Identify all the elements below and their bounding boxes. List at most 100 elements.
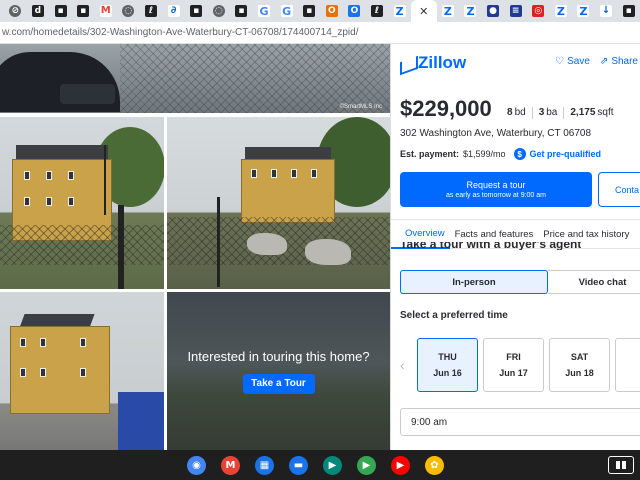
browser-tab[interactable]: Z [550, 0, 573, 22]
photo-gallery: ©SmartMLS Inc Interested in touring this… [0, 44, 390, 450]
browser-tab[interactable]: ▪ [617, 0, 640, 22]
share-icon: ⇗ [599, 56, 609, 67]
fence-post [118, 205, 124, 289]
chrome-icon: ◉ [187, 456, 206, 475]
app-dot-icon: ▪ [190, 5, 203, 17]
url-text[interactable]: w.com/homedetails/302-Washington-Ave-Wat… [2, 27, 359, 38]
browser-tab[interactable]: M [94, 0, 117, 22]
browser-tab[interactable]: ▪ [49, 0, 72, 22]
zillow-icon: Z [577, 5, 590, 17]
globe-icon: ◌ [122, 5, 135, 17]
meet-icon: ▶ [323, 456, 342, 475]
tour-type-in-person[interactable]: In-person [400, 270, 548, 294]
browser-tab[interactable]: ◌ [117, 0, 140, 22]
share-label: Share [611, 56, 638, 67]
browser-tab[interactable]: G [275, 0, 298, 22]
screen-capture-icon[interactable] [608, 456, 634, 474]
browser-tab-active[interactable]: ✕ [410, 0, 437, 22]
baths-unit: ba [546, 107, 558, 118]
address-bar[interactable]: w.com/homedetails/302-Washington-Ave-Wat… [0, 22, 640, 44]
youtube-icon: ▶ [391, 456, 410, 475]
fence-post [217, 197, 220, 287]
tour-prompt: Interested in touring this home? [187, 348, 370, 364]
browser-tab[interactable]: ℓ [366, 0, 389, 22]
close-icon[interactable]: ✕ [419, 5, 428, 18]
tour-type-video-chat[interactable]: Video chat [548, 270, 640, 294]
chevron-left-icon[interactable]: ‹ [400, 357, 410, 373]
listing-price: $229,000 [400, 96, 492, 121]
browser-tab[interactable]: ℓ [140, 0, 163, 22]
date-weekday: THU [438, 352, 457, 362]
app-dot-icon: ▪ [77, 5, 90, 17]
date-option[interactable]: SAT Jun 18 [549, 338, 610, 392]
target-icon: ◎ [532, 5, 545, 17]
window [40, 338, 46, 347]
app-d-icon: d [31, 5, 44, 17]
share-button[interactable]: ⇗ Share [600, 56, 638, 67]
date-option[interactable]: THU Jun 16 [417, 338, 478, 392]
files-icon: ▬ [289, 456, 308, 475]
browser-tab[interactable]: G [253, 0, 276, 22]
window [24, 171, 30, 180]
beds-unit: bd [514, 107, 526, 118]
browser-tab[interactable]: ⊘ [4, 0, 27, 22]
save-button[interactable]: ♡ Save [555, 56, 590, 67]
window [24, 197, 30, 206]
listing-photo-street[interactable]: ©SmartMLS Inc [0, 44, 390, 113]
window [291, 169, 297, 178]
portable-toilet [118, 392, 164, 450]
zillow-logo[interactable]: Zillow [400, 53, 466, 73]
browser-tab[interactable]: ▪ [298, 0, 321, 22]
listing-photo-corner[interactable] [0, 292, 164, 450]
browser-tab[interactable]: ◎ [527, 0, 550, 22]
heart-icon: ♡ [555, 56, 565, 67]
dollar-icon: $ [513, 148, 526, 160]
browser-tab[interactable]: ≡ [504, 0, 527, 22]
app-dot-icon: ▪ [622, 5, 635, 17]
browser-tab[interactable]: O [321, 0, 344, 22]
browser-tab[interactable]: ▪ [230, 0, 253, 22]
browser-tab[interactable]: ↓ [595, 0, 618, 22]
taskbar-app[interactable]: ◉ [185, 454, 208, 477]
request-tour-button[interactable]: Request a tour as early as tomorrow at 9… [400, 172, 592, 207]
browser-tab[interactable]: ▪ [185, 0, 208, 22]
browser-tab[interactable]: Z [388, 0, 411, 22]
est-value[interactable]: $1,599/mo [463, 149, 506, 159]
browser-tab[interactable]: Z [459, 0, 482, 22]
listing-facts: 8 bd 3 ba 2,175 sqft [507, 107, 614, 119]
browser-tab[interactable]: O [343, 0, 366, 22]
browser-tab[interactable]: d [27, 0, 50, 22]
taskbar-app[interactable]: ✿ [423, 454, 446, 477]
tour-overlay: Interested in touring this home? Take a … [167, 292, 390, 450]
browser-tab[interactable]: ● [482, 0, 505, 22]
take-tour-button[interactable]: Take a Tour [242, 373, 315, 394]
browser-tab[interactable]: Z [437, 0, 460, 22]
calendar-icon: ▦ [255, 456, 274, 475]
taskbar-app[interactable]: M [219, 454, 242, 477]
get-prequalified-link[interactable]: Get pre-qualified [530, 149, 602, 159]
date-option[interactable]: FRI Jun 17 [483, 338, 544, 392]
taskbar-app[interactable]: ▬ [287, 454, 310, 477]
gmail-icon: M [99, 5, 112, 17]
boulder [305, 239, 351, 265]
browser-tab[interactable]: ∂ [162, 0, 185, 22]
listing-photo-side[interactable] [167, 117, 390, 289]
news-icon: ≡ [509, 5, 522, 17]
app-dot-icon: ▪ [54, 5, 67, 17]
date-option[interactable]: S Ju [615, 338, 640, 392]
taskbar-app[interactable]: ▶ [355, 454, 378, 477]
browser-tab[interactable]: ▪ [72, 0, 95, 22]
browser-tab[interactable]: Z [572, 0, 595, 22]
taskbar-app[interactable]: ▦ [253, 454, 276, 477]
taskbar-app[interactable]: ▶ [321, 454, 344, 477]
listing-photo-front[interactable] [0, 117, 164, 289]
download-icon: ↓ [600, 5, 613, 17]
browser-tab[interactable]: ◌ [207, 0, 230, 22]
pinned-apps: ◉ M ▦ ▬ ▶ ▶ ▶ ✿ [185, 454, 446, 477]
taskbar-app[interactable]: ▶ [389, 454, 412, 477]
listing-photo-tour[interactable]: Interested in touring this home? Take a … [167, 292, 390, 450]
contact-agent-button[interactable]: Conta [598, 172, 640, 207]
time-select[interactable]: 9:00 am [400, 408, 640, 436]
divider [563, 107, 565, 119]
window [20, 368, 26, 377]
